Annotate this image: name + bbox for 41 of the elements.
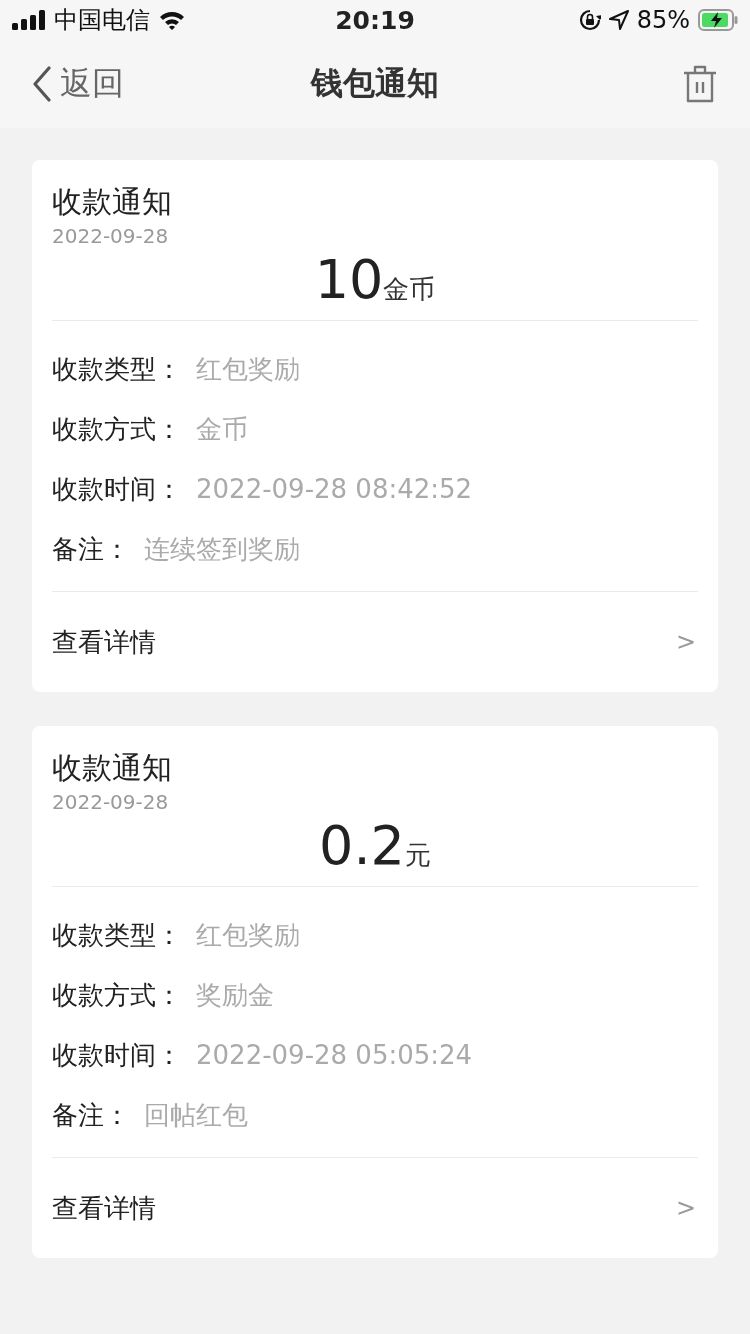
field-value: 奖励金 [196, 978, 274, 1012]
notice-title: 收款通知 [52, 749, 173, 787]
amount-unit: 金币 [383, 273, 436, 306]
chevron-right[interactable]: > [675, 628, 698, 656]
field-label: 收款方式： [52, 412, 182, 446]
page-title: 钱包通知 [309, 63, 440, 104]
field-label: 收款时间： [52, 1038, 182, 1072]
chevron-right[interactable]: > [675, 1194, 698, 1222]
notice-date: 2022-09-28 [52, 223, 170, 250]
field-value: 2022-09-28 05:05:24 [196, 1040, 473, 1070]
back-button[interactable]: 返回 [32, 62, 124, 106]
notice-date: 2022-09-28 [52, 789, 170, 816]
wifi-icon [158, 9, 186, 31]
field-value: 金币 [196, 412, 248, 446]
view-details-link[interactable]: 查看详情 [52, 1190, 156, 1226]
amount-unit: 元 [404, 839, 431, 872]
field-label: 收款类型： [52, 352, 182, 386]
delete-button[interactable] [682, 64, 718, 104]
chevron-left-icon [32, 66, 52, 102]
carrier-name: 中国电信 [54, 5, 150, 36]
amount-value: 10 [314, 248, 384, 311]
field-value: 回帖红包 [144, 1098, 248, 1132]
field-value: 2022-09-28 08:42:52 [196, 474, 473, 504]
field-value: 红包奖励 [196, 352, 300, 386]
location-arrow-icon [608, 10, 629, 30]
field-label: 备注： [52, 1098, 130, 1132]
signal-icon [12, 10, 46, 30]
notice-title: 收款通知 [52, 183, 173, 221]
view-details-link[interactable]: 查看详情 [52, 624, 156, 660]
field-label: 收款时间： [52, 472, 182, 506]
field-label: 收款类型： [52, 918, 182, 952]
field-label: 备注： [52, 532, 130, 566]
battery-charging-icon [698, 9, 738, 31]
rotation-lock-icon [578, 9, 601, 31]
amount-value: 0.2 [319, 814, 405, 877]
field-label: 收款方式： [52, 978, 182, 1012]
clock-time: 20:19 [334, 5, 416, 35]
field-value: 连续签到奖励 [144, 532, 300, 566]
field-value: 红包奖励 [196, 918, 300, 952]
battery-percent: 85% [636, 6, 690, 34]
trash-icon [682, 64, 718, 104]
